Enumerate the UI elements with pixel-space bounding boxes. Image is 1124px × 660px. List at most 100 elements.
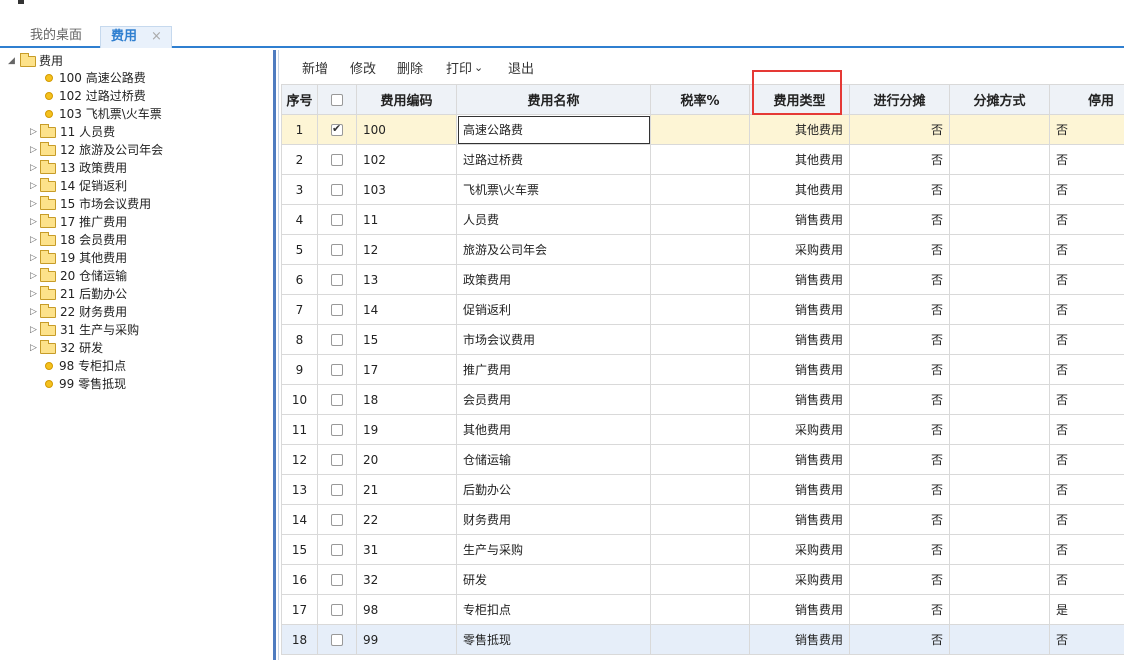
cell-name[interactable]: 旅游及公司年会 bbox=[456, 234, 651, 265]
cell-disabled[interactable]: 否 bbox=[1049, 354, 1124, 385]
cell-alloc[interactable]: 否 bbox=[849, 564, 950, 595]
cell-name[interactable]: 飞机票\火车票 bbox=[456, 174, 651, 205]
cell-disabled[interactable]: 否 bbox=[1049, 384, 1124, 415]
cell-alloc[interactable]: 否 bbox=[849, 204, 950, 235]
cell-name[interactable]: 过路过桥费 bbox=[456, 144, 651, 175]
cell-type[interactable]: 销售费用 bbox=[749, 594, 850, 625]
tab-expense[interactable]: 费用 × bbox=[100, 26, 172, 48]
cell-checkbox[interactable] bbox=[317, 624, 357, 655]
cell-method[interactable] bbox=[949, 114, 1050, 145]
cell-code[interactable]: 103 bbox=[356, 174, 457, 205]
cell-name[interactable]: 生产与采购 bbox=[456, 534, 651, 565]
table-row[interactable]: 4 11 人员费 销售费用否否 bbox=[281, 204, 1124, 235]
close-icon[interactable]: × bbox=[151, 27, 162, 47]
cell-name[interactable]: 财务费用 bbox=[456, 504, 651, 535]
cell-disabled[interactable]: 否 bbox=[1049, 564, 1124, 595]
row-checkbox[interactable] bbox=[331, 244, 343, 256]
cell-alloc[interactable]: 否 bbox=[849, 354, 950, 385]
cell-checkbox[interactable] bbox=[317, 114, 357, 145]
cell-tax[interactable] bbox=[650, 294, 750, 325]
cell-code[interactable]: 21 bbox=[356, 474, 457, 505]
table-row[interactable]: 7 14 促销返利 销售费用否否 bbox=[281, 294, 1124, 325]
cell-method[interactable] bbox=[949, 594, 1050, 625]
row-checkbox[interactable] bbox=[331, 274, 343, 286]
cell-alloc[interactable]: 否 bbox=[849, 264, 950, 295]
cell-tax[interactable] bbox=[650, 474, 750, 505]
cell-method[interactable] bbox=[949, 534, 1050, 565]
cell-type[interactable]: 采购费用 bbox=[749, 564, 850, 595]
cell-code[interactable]: 19 bbox=[356, 414, 457, 445]
cell-method[interactable] bbox=[949, 204, 1050, 235]
header-seq[interactable]: 序号 bbox=[281, 84, 318, 115]
cell-tax[interactable] bbox=[650, 414, 750, 445]
cell-type[interactable]: 销售费用 bbox=[749, 444, 850, 475]
cell-checkbox[interactable] bbox=[317, 324, 357, 355]
cell-method[interactable] bbox=[949, 144, 1050, 175]
select-all-checkbox[interactable] bbox=[331, 93, 343, 106]
cell-tax[interactable] bbox=[650, 534, 750, 565]
cell-alloc[interactable]: 否 bbox=[849, 144, 950, 175]
table-row[interactable]: 5 12 旅游及公司年会 采购费用否否 bbox=[281, 234, 1124, 265]
cell-code[interactable]: 12 bbox=[356, 234, 457, 265]
expand-arrow-icon[interactable]: ▷ bbox=[30, 123, 40, 141]
cell-method[interactable] bbox=[949, 624, 1050, 655]
cell-checkbox[interactable] bbox=[317, 234, 357, 265]
cell-alloc[interactable]: 否 bbox=[849, 594, 950, 625]
cell-alloc[interactable]: 否 bbox=[849, 384, 950, 415]
cell-alloc[interactable]: 否 bbox=[849, 414, 950, 445]
header-type[interactable]: 费用类型 bbox=[749, 84, 850, 115]
table-row[interactable]: 8 15 市场会议费用 销售费用否否 bbox=[281, 324, 1124, 355]
cell-code[interactable]: 22 bbox=[356, 504, 457, 535]
cell-tax[interactable] bbox=[650, 504, 750, 535]
cell-code[interactable]: 20 bbox=[356, 444, 457, 475]
table-row[interactable]: 1100高速公路费其他费用否否 bbox=[281, 114, 1124, 145]
cell-checkbox[interactable] bbox=[317, 474, 357, 505]
cell-checkbox[interactable] bbox=[317, 444, 357, 475]
cell-name[interactable]: 其他费用 bbox=[456, 414, 651, 445]
row-checkbox[interactable] bbox=[331, 364, 343, 376]
cell-type[interactable]: 销售费用 bbox=[749, 504, 850, 535]
cell-alloc[interactable]: 否 bbox=[849, 474, 950, 505]
cell-type[interactable]: 其他费用 bbox=[749, 114, 850, 145]
expand-arrow-icon[interactable]: ▷ bbox=[30, 213, 40, 231]
cell-checkbox[interactable] bbox=[317, 594, 357, 625]
table-row[interactable]: 10 18 会员费用 销售费用否否 bbox=[281, 384, 1124, 415]
row-checkbox[interactable] bbox=[331, 574, 343, 586]
cell-tax[interactable] bbox=[650, 144, 750, 175]
cell-checkbox[interactable] bbox=[317, 384, 357, 415]
cell-disabled[interactable]: 否 bbox=[1049, 624, 1124, 655]
row-checkbox[interactable] bbox=[331, 184, 343, 196]
row-checkbox[interactable] bbox=[331, 394, 343, 406]
table-row[interactable]: 17 98 专柜扣点 销售费用否 是 bbox=[281, 594, 1124, 625]
cell-name[interactable]: 市场会议费用 bbox=[456, 324, 651, 355]
cell-alloc[interactable]: 否 bbox=[849, 114, 950, 145]
cell-tax[interactable] bbox=[650, 444, 750, 475]
cell-code[interactable]: 98 bbox=[356, 594, 457, 625]
expand-arrow-icon[interactable]: ▷ bbox=[30, 339, 40, 357]
table-row[interactable]: 16 32 研发 采购费用否否 bbox=[281, 564, 1124, 595]
cell-type[interactable]: 销售费用 bbox=[749, 624, 850, 655]
row-checkbox[interactable] bbox=[331, 214, 343, 226]
header-name[interactable]: 费用名称 bbox=[456, 84, 651, 115]
expand-arrow-icon[interactable]: ▷ bbox=[30, 267, 40, 285]
cell-alloc[interactable]: 否 bbox=[849, 624, 950, 655]
cell-code[interactable]: 32 bbox=[356, 564, 457, 595]
table-row[interactable]: 6 13 政策费用 销售费用否否 bbox=[281, 264, 1124, 295]
cell-alloc[interactable]: 否 bbox=[849, 294, 950, 325]
cell-alloc[interactable]: 否 bbox=[849, 444, 950, 475]
cell-disabled[interactable]: 否 bbox=[1049, 324, 1124, 355]
exit-button[interactable]: 退出 bbox=[508, 58, 534, 77]
cell-type[interactable]: 销售费用 bbox=[749, 264, 850, 295]
cell-type[interactable]: 其他费用 bbox=[749, 144, 850, 175]
row-checkbox[interactable] bbox=[331, 544, 343, 556]
cell-alloc[interactable]: 否 bbox=[849, 324, 950, 355]
table-row[interactable]: 13 21 后勤办公 销售费用否否 bbox=[281, 474, 1124, 505]
expand-arrow-icon[interactable]: ▷ bbox=[30, 321, 40, 339]
cell-type[interactable]: 其他费用 bbox=[749, 174, 850, 205]
cell-disabled[interactable]: 是 bbox=[1049, 594, 1124, 625]
header-disabled[interactable]: 停用 bbox=[1049, 84, 1124, 115]
cell-code[interactable]: 99 bbox=[356, 624, 457, 655]
cell-method[interactable] bbox=[949, 294, 1050, 325]
row-checkbox[interactable] bbox=[331, 454, 343, 466]
cell-disabled[interactable]: 否 bbox=[1049, 474, 1124, 505]
